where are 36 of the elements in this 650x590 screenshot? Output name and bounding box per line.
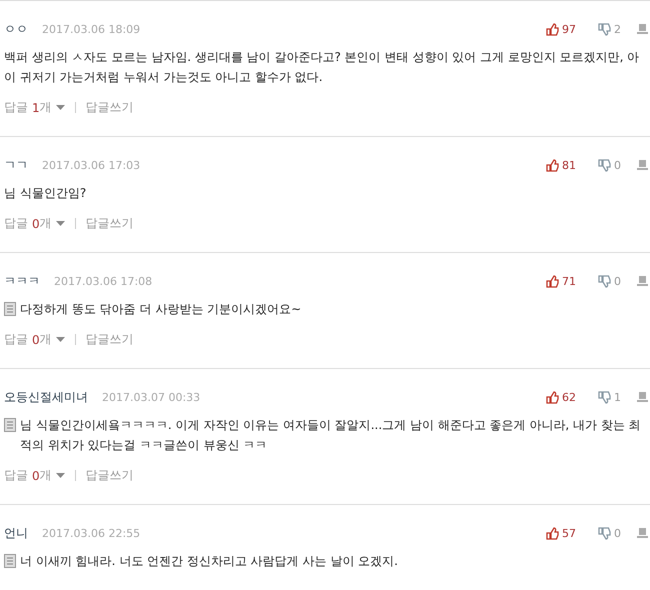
report-icon[interactable]	[637, 391, 648, 403]
comment-date: 2017.03.06 17:08	[54, 274, 152, 288]
like-button[interactable]: 97	[546, 22, 576, 36]
caret-icon[interactable]	[56, 105, 65, 110]
replies-toggle[interactable]: 답글 0개	[4, 467, 65, 484]
comment-date: 2017.03.06 22:55	[42, 526, 140, 540]
like-button[interactable]: 62	[546, 390, 576, 404]
comment-author[interactable]: ㅋㅋㅋ	[4, 272, 40, 290]
comment-author[interactable]: 언니	[4, 524, 28, 542]
like-button[interactable]: 71	[546, 274, 576, 288]
comment-text: 다정하게 똥도 닦아줌 더 사랑받는 기분이시겠어요~	[20, 301, 302, 318]
memo-icon	[4, 302, 16, 316]
replies-toggle[interactable]: 답글 0개	[4, 215, 65, 232]
comment-text: 백퍼 생리의 ㅅ자도 모르는 남자임. 생리대를 남이 갈아준다고? 본인이 변태 성향이 있어 그게 로망인지 모르겠지만, 아이 귀저기 가는거처럼 누워서 가는것도 아니고 할수가 없다.	[4, 49, 640, 86]
comment-date: 2017.03.07 00:33	[102, 390, 200, 404]
report-icon[interactable]	[637, 275, 648, 287]
caret-icon[interactable]	[56, 221, 65, 226]
comment-text: 님 식물인간이세욬ㅋㅋㅋㅋ. 이게 자작인 이유는 여자들이 잘알지...그게 남이 해준다고 좋은게 아니라, 내가 찾는 최적의 위치가 있다는걸 ㅋㅋ글쓴이 뷰웅신 ㅋㅋ	[20, 417, 642, 454]
comment-date: 2017.03.06 17:03	[42, 158, 140, 172]
memo-icon	[4, 554, 16, 568]
comment-author[interactable]: 오등신절세미녀	[4, 388, 88, 406]
report-icon[interactable]	[637, 159, 648, 171]
comment-author[interactable]: ㄱㄱ	[4, 156, 28, 174]
report-icon[interactable]	[637, 23, 648, 35]
comment-text: 님 식물인간임?	[4, 185, 86, 202]
replies-toggle[interactable]: 답글 1개	[4, 99, 65, 116]
report-icon[interactable]	[637, 527, 648, 539]
caret-icon[interactable]	[56, 337, 65, 342]
comment-text: 너 이새끼 힘내라. 너도 언젠간 정신차리고 사람답게 사는 날이 오겠지.	[20, 553, 398, 570]
like-button[interactable]: 81	[546, 158, 576, 172]
comment-date: 2017.03.06 18:09	[42, 22, 140, 36]
like-button[interactable]: 57	[546, 526, 576, 540]
comment-author[interactable]: ㅇㅇ	[4, 20, 28, 38]
replies-toggle[interactable]: 답글 0개	[4, 331, 65, 348]
caret-icon[interactable]	[56, 473, 65, 478]
memo-icon	[4, 418, 16, 432]
